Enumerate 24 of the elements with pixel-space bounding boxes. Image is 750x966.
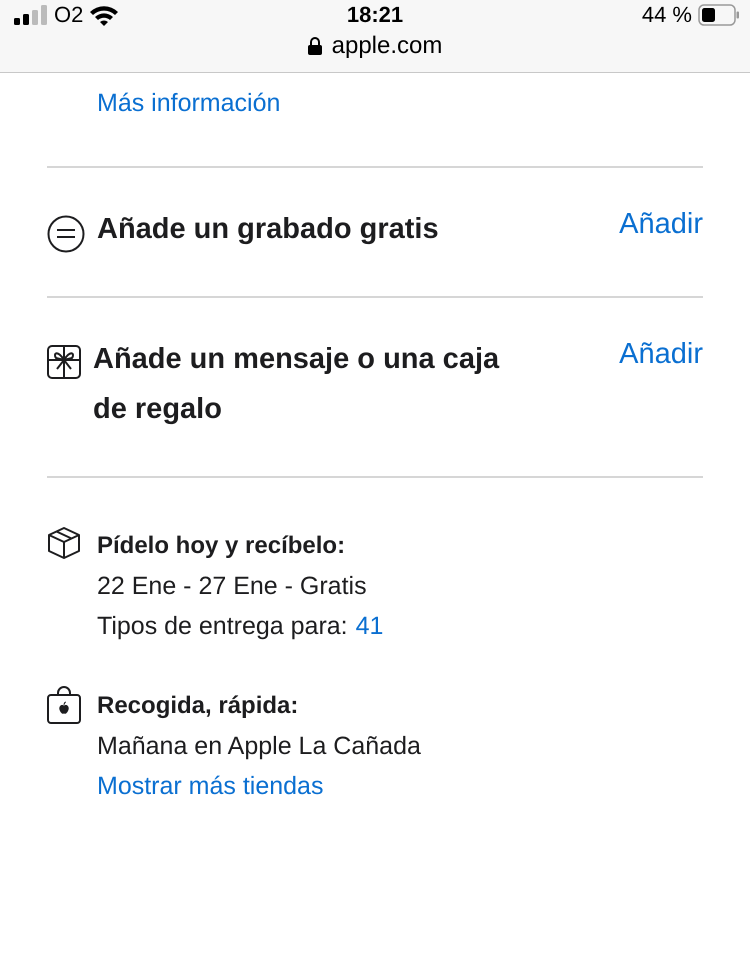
signal-icon (14, 5, 48, 25)
engraving-icon (47, 215, 85, 253)
postal-code-link[interactable]: 41 (356, 606, 384, 646)
battery-icon (698, 4, 740, 26)
option-title: Añade un mensaje o una caja de regalo (93, 342, 500, 427)
carrier-name: O2 (54, 2, 84, 28)
add-link[interactable]: Añadir (619, 208, 703, 241)
delivery-label: Tipos de entrega para: (97, 611, 348, 642)
battery-percentage: 44 % (642, 2, 692, 28)
availability-title: Recogida, rápida: (97, 691, 300, 721)
lock-icon (308, 37, 322, 55)
availability-text: 22 Ene - 27 Ene - Gratis (97, 571, 368, 602)
add-link[interactable]: Añadir (619, 338, 703, 371)
box-icon (47, 526, 81, 560)
clock-time: 18:21 (346, 2, 404, 28)
shopping-bag-icon (47, 686, 81, 724)
gift-icon (47, 345, 81, 379)
wifi-icon (89, 4, 120, 26)
url-text[interactable]: apple.com (332, 32, 442, 60)
availability-text: Mañana en Apple La Cañada (97, 731, 421, 762)
availability-title: Pídelo hoy y recíbelo: (97, 531, 346, 561)
more-info-link[interactable]: Más información (97, 89, 280, 118)
option-title: Añade un grabado gratis (97, 212, 440, 247)
more-stores-link[interactable]: Mostrar más tiendas (97, 766, 421, 806)
